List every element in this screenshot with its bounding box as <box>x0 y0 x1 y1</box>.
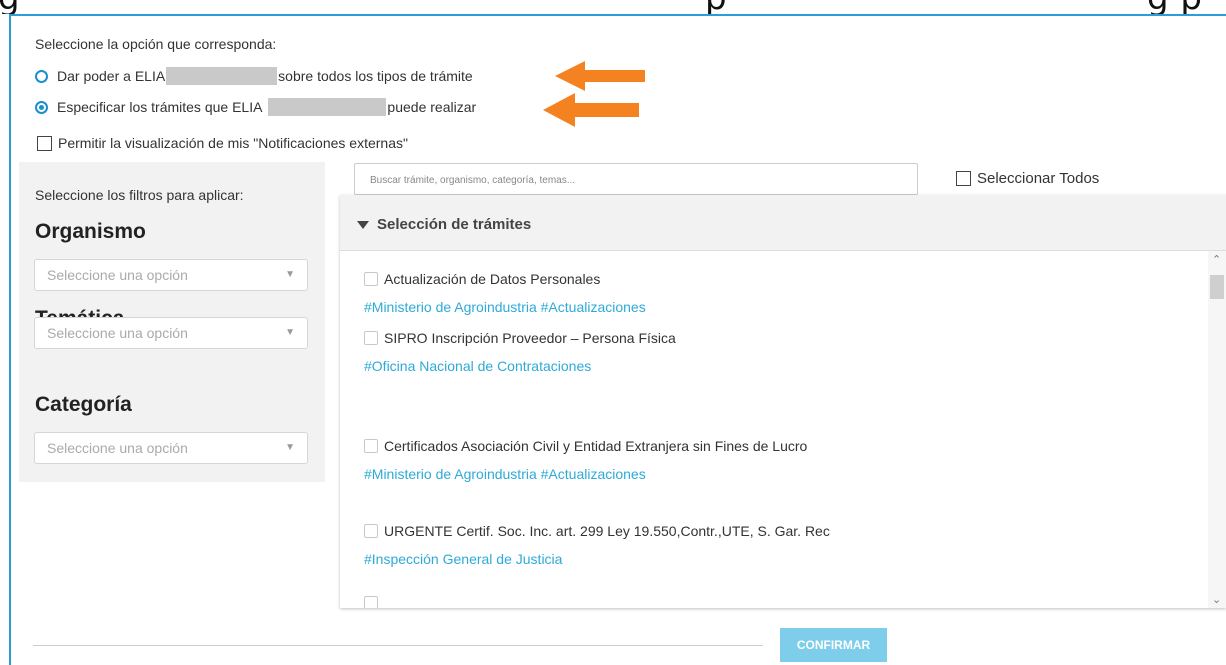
item-tags[interactable]: #Ministerio de Agroindustria #Actualizac… <box>364 299 646 315</box>
cropped-heading: g p g p <box>0 0 1226 14</box>
notifications-checkbox[interactable] <box>37 135 52 151</box>
item-title: Actualización de Datos Personales <box>384 271 601 287</box>
filter-title-categoria: Categoría <box>35 393 132 416</box>
search-placeholder: Buscar trámite, organismo, categoría, te… <box>370 175 576 186</box>
notifications-label: Permitir la visualización de mis "Notifi… <box>58 135 408 151</box>
filter-title-organismo: Organismo <box>35 220 146 243</box>
list-item[interactable] <box>364 596 384 608</box>
item-title: URGENTE Certif. Soc. Inc. art. 299 Ley 1… <box>384 523 830 539</box>
option-specify-suffix: puede realizar <box>387 99 477 115</box>
option-all-prefix: Dar poder a ELIA <box>57 68 166 84</box>
filters-panel: Seleccione los filtros para aplicar: Org… <box>19 162 325 482</box>
chevron-up-icon[interactable]: ⌃ <box>1212 253 1221 266</box>
procedures-header[interactable]: Selección de trámites <box>340 195 1226 251</box>
arrow-left-icon <box>543 93 639 127</box>
cropped-heading-right: g p <box>1147 0 1202 14</box>
procedures-list[interactable]: Actualización de Datos Personales #Minis… <box>340 251 1208 608</box>
cropped-heading-mid: p <box>705 0 727 14</box>
list-item[interactable]: Actualización de Datos Personales #Minis… <box>364 271 646 315</box>
footer-divider <box>33 645 763 646</box>
chevron-down-icon: ▼ <box>285 327 295 338</box>
option-specify-prefix: Especificar los trámites que ELIA <box>57 99 263 115</box>
organismo-select[interactable]: Seleccione una opción ▼ <box>34 259 308 291</box>
procedures-panel: Selección de trámites Actualización de D… <box>340 195 1226 608</box>
select-all-row[interactable]: Seleccionar Todos <box>956 170 1099 187</box>
cropped-heading-left: g <box>0 0 20 14</box>
item-title: SIPRO Inscripción Proveedor – Persona Fí… <box>384 330 676 346</box>
list-scrollbar[interactable]: ⌃ ⌄ <box>1208 251 1226 608</box>
chevron-down-icon[interactable]: ⌄ <box>1212 593 1221 606</box>
chevron-down-icon: ▼ <box>285 269 295 280</box>
radio-all-procedures[interactable] <box>35 69 48 83</box>
item-checkbox[interactable] <box>364 331 378 345</box>
scrollbar-thumb[interactable] <box>1210 275 1224 299</box>
item-tags[interactable]: #Inspección General de Justicia <box>364 551 830 567</box>
search-input[interactable]: Buscar trámite, organismo, categoría, te… <box>354 163 918 195</box>
select-all-label: Seleccionar Todos <box>977 170 1100 187</box>
chevron-down-icon: ▼ <box>285 442 295 453</box>
list-item[interactable]: URGENTE Certif. Soc. Inc. art. 299 Ley 1… <box>364 523 830 567</box>
list-item[interactable]: SIPRO Inscripción Proveedor – Persona Fí… <box>364 330 676 374</box>
item-checkbox[interactable] <box>364 524 378 538</box>
list-item[interactable]: Certificados Asociación Civil y Entidad … <box>364 438 807 482</box>
item-checkbox[interactable] <box>364 439 378 453</box>
option-all-procedures[interactable]: Dar poder a ELIA sobre todos los tipos d… <box>35 67 473 85</box>
categoria-placeholder: Seleccione una opción <box>47 440 188 456</box>
arrow-left-icon <box>555 61 645 91</box>
item-checkbox[interactable] <box>364 272 378 286</box>
filters-hint: Seleccione los filtros para aplicar: <box>35 187 244 203</box>
redacted-name <box>166 67 278 85</box>
procedures-title: Selección de trámites <box>377 216 532 233</box>
item-checkbox[interactable] <box>364 596 378 608</box>
confirm-button[interactable]: CONFIRMAR <box>780 628 887 662</box>
item-tags[interactable]: #Ministerio de Agroindustria #Actualizac… <box>364 466 807 482</box>
notifications-checkbox-row[interactable]: Permitir la visualización de mis "Notifi… <box>37 135 408 151</box>
categoria-select[interactable]: Seleccione una opción ▼ <box>34 432 308 464</box>
option-specify-procedures[interactable]: Especificar los trámites que ELIA puede … <box>35 98 476 116</box>
caret-down-icon <box>357 220 369 229</box>
tematica-select[interactable]: Seleccione una opción ▼ <box>34 317 308 349</box>
redacted-name <box>268 98 387 116</box>
item-title: Certificados Asociación Civil y Entidad … <box>384 438 808 454</box>
tematica-placeholder: Seleccione una opción <box>47 325 188 341</box>
select-all-checkbox[interactable] <box>956 171 971 186</box>
radio-specify-procedures[interactable] <box>35 100 48 114</box>
option-prompt: Seleccione la opción que corresponda: <box>35 36 277 52</box>
organismo-placeholder: Seleccione una opción <box>47 267 188 283</box>
item-tags[interactable]: #Oficina Nacional de Contrataciones <box>364 358 676 374</box>
option-all-suffix: sobre todos los tipos de trámite <box>278 68 473 84</box>
